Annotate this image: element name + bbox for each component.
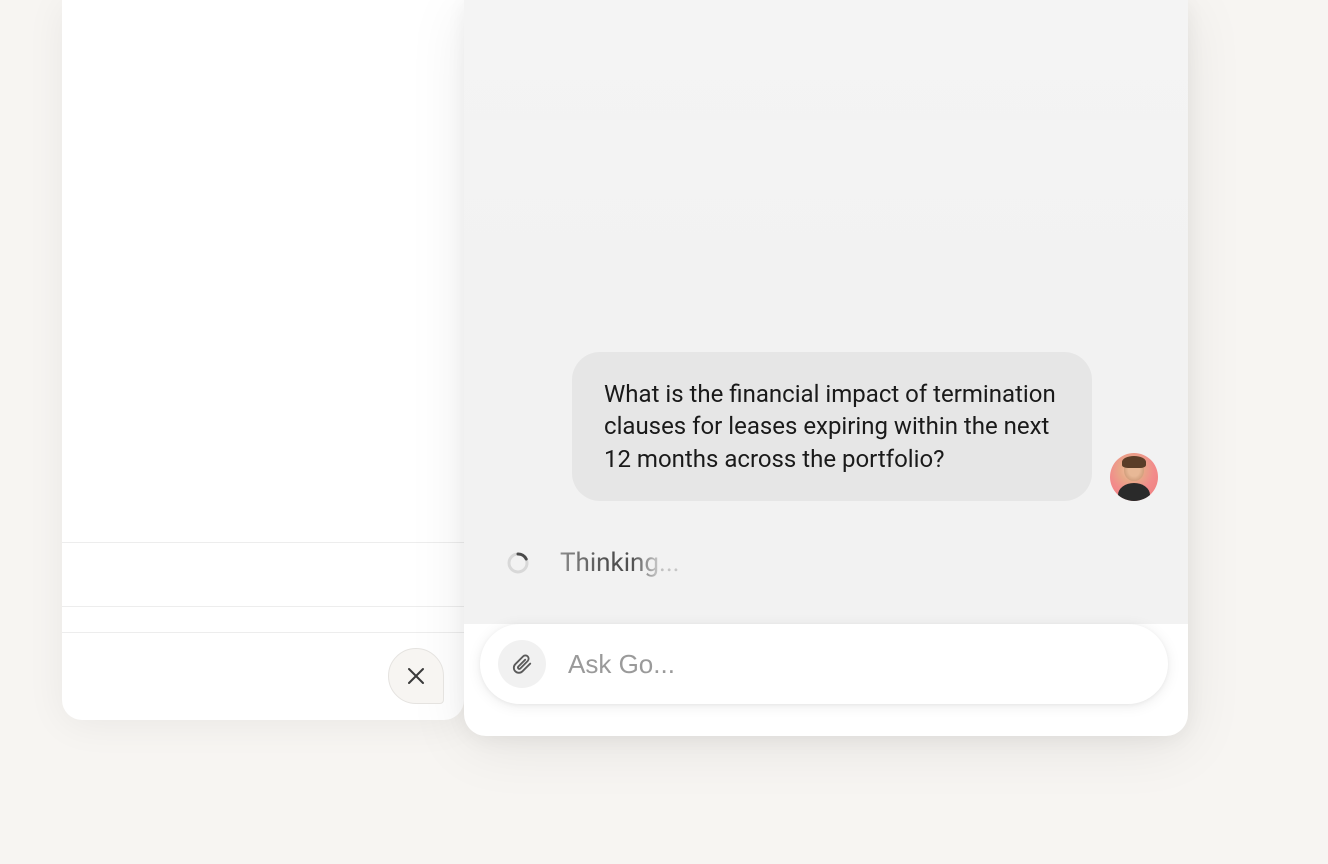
chat-messages-area: What is the financial impact of terminat… <box>464 0 1188 624</box>
assistant-thinking-row: Thinking... <box>506 548 680 578</box>
divider <box>62 632 464 633</box>
chat-panel: What is the financial impact of terminat… <box>464 0 1188 736</box>
thinking-status-text: Thinking... <box>560 548 680 578</box>
close-button[interactable] <box>388 648 444 704</box>
spinner-icon <box>506 551 530 575</box>
left-side-panel <box>62 0 464 720</box>
attach-button[interactable] <box>498 640 546 688</box>
user-avatar <box>1110 453 1158 501</box>
close-icon <box>407 667 425 685</box>
paperclip-icon <box>511 653 533 675</box>
divider <box>62 542 464 543</box>
divider <box>62 606 464 607</box>
chat-input[interactable] <box>568 649 1150 680</box>
user-message-text: What is the financial impact of terminat… <box>604 380 1056 473</box>
user-message-bubble: What is the financial impact of terminat… <box>572 352 1092 501</box>
user-message-row: What is the financial impact of terminat… <box>572 352 1158 501</box>
chat-input-bar <box>480 624 1168 704</box>
